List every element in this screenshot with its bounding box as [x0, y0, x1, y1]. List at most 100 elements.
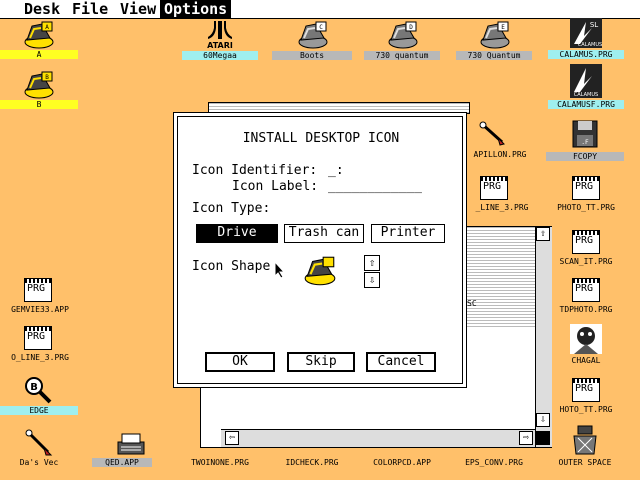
program-icon: PRG	[572, 176, 600, 200]
icon-label: SCAN_IT.PRG	[559, 257, 613, 266]
drive-icon: D	[388, 21, 418, 49]
desktop-icon-papillon[interactable]: APILLON.PRG	[462, 120, 538, 164]
desktop-icon-hoto-tt[interactable]: PRG HOTO_TT.PRG	[548, 378, 624, 416]
calamus-icon: CALAMUS	[570, 64, 602, 98]
outer-space-icon	[573, 425, 597, 455]
program-icon: PRG	[572, 230, 600, 254]
svg-text:CALAMUS: CALAMUS	[574, 92, 598, 98]
cancel-button[interactable]: Cancel	[366, 352, 436, 372]
icon-label: CALAMUSF.PRG	[548, 100, 624, 109]
icon-label: APILLON.PRG	[473, 150, 527, 159]
icon-label: COLORPCD.APP	[373, 458, 431, 467]
calamus-icon: SL CALAMUS	[570, 18, 602, 48]
ok-button[interactable]: OK	[205, 352, 275, 372]
atari-logo-icon: ATARI	[207, 21, 233, 50]
desktop-icon-outer-space[interactable]: OUTER SPACE	[546, 424, 624, 468]
type-printer-button[interactable]: Printer	[371, 224, 445, 243]
desktop-icon-line3[interactable]: PRG _LINE_3.PRG	[464, 176, 540, 214]
dialog-inner-frame	[177, 116, 463, 384]
desktop-icon-twoinone[interactable]: TWOINONE.PRG	[182, 430, 258, 468]
menu-view[interactable]: View	[116, 0, 160, 18]
icon-label: B	[0, 100, 78, 109]
program-icon: PRG	[24, 278, 52, 302]
mouse-pointer-icon	[274, 261, 286, 279]
drive-icon: E	[480, 21, 510, 49]
desktop-icon-scan-it[interactable]: PRG SCAN_IT.PRG	[548, 230, 624, 268]
desktop-icon-colorpcd[interactable]: COLORPCD.APP	[364, 430, 440, 468]
program-icon: PRG	[572, 378, 600, 402]
icon-identifier-label: Icon Identifier:	[192, 163, 318, 178]
desktop-icon-gemvie33[interactable]: PRG GEMVIE33.APP	[0, 278, 80, 316]
svg-text:B: B	[45, 74, 49, 81]
menu-desk[interactable]: Desk	[20, 0, 64, 18]
svg-text:ATARI: ATARI	[207, 41, 233, 50]
icon-label: Boots	[272, 51, 352, 60]
icon-label: OUTER SPACE	[558, 458, 612, 467]
pen-icon	[479, 121, 505, 146]
desktop-icon-60megaa[interactable]: ATARI 60Megaa	[182, 20, 258, 60]
menu-options[interactable]: Options	[160, 0, 232, 18]
desktop-icon-730-quantum[interactable]: D 730 quantum	[364, 20, 440, 60]
svg-text:SL: SL	[590, 21, 598, 29]
menu-file[interactable]: File	[68, 0, 112, 18]
program-icon: PRG	[572, 278, 600, 302]
icon-label: O_LINE_3.PRG	[11, 353, 69, 362]
icon-shape-label: Icon Shape	[192, 259, 271, 274]
icon-label: 60Megaa	[182, 51, 258, 60]
desktop-icon-boots[interactable]: C Boots	[272, 20, 352, 60]
icon-label: EPS_CONV.PRG	[465, 458, 523, 467]
drive-icon: B	[24, 71, 54, 99]
icon-label: HOTO_TT.PRG	[559, 405, 613, 414]
desktop-icon-qed[interactable]: QED.APP	[92, 432, 168, 468]
icon-label: PHOTO_TT.PRG	[557, 203, 615, 212]
icon-label: 730 Quantum	[456, 51, 532, 60]
typewriter-icon	[117, 433, 145, 455]
desktop-icon-calamusf[interactable]: CALAMUS CALAMUSF.PRG	[548, 64, 624, 110]
desktop-icon-fcopy[interactable]: .F FCOPY	[546, 120, 624, 162]
icon-identifier-field[interactable]: _:	[328, 163, 344, 178]
icon-label-label: Icon Label:	[232, 179, 319, 194]
desktop-icon-eps-conv[interactable]: EPS_CONV.PRG	[456, 430, 532, 468]
install-desktop-icon-dialog: INSTALL DESKTOP ICON Icon Identifier: _:…	[173, 112, 467, 388]
menu-bar: Desk File View Options	[0, 0, 640, 19]
desktop-icon-drive-b[interactable]: B B	[0, 70, 78, 110]
desktop-icon-730-quantum-e[interactable]: E 730 Quantum	[456, 20, 532, 60]
icon-label: QED.APP	[92, 458, 152, 467]
chagal-icon	[570, 324, 602, 354]
icon-label: TWOINONE.PRG	[191, 458, 249, 467]
desktop-icon-idcheck[interactable]: IDCHECK.PRG	[274, 430, 350, 468]
icon-label: 730 quantum	[364, 51, 440, 60]
drive-icon: C	[298, 21, 328, 49]
icon-label: CALAMUS.PRG	[548, 50, 624, 59]
svg-text:CALAMUS: CALAMUS	[578, 42, 602, 48]
desktop-icon-o-line3[interactable]: PRG O_LINE_3.PRG	[0, 326, 80, 364]
icon-label: TDPHOTO.PRG	[559, 305, 613, 314]
desktop-icon-das-vec[interactable]: Da's Vec	[0, 428, 78, 468]
desktop-icon-edge[interactable]: B EDGE	[0, 376, 78, 416]
svg-text:B: B	[30, 382, 38, 393]
svg-text:A: A	[45, 24, 49, 31]
icon-type-label: Icon Type:	[192, 201, 271, 216]
icon-label: Da's Vec	[19, 458, 59, 467]
edge-icon: B	[25, 377, 52, 404]
desktop-icon-drive-a[interactable]: A A	[0, 20, 78, 60]
icon-label: CHAGAL	[571, 356, 601, 365]
type-trash-can-button[interactable]: Trash can	[284, 224, 364, 243]
icon-label: A	[0, 50, 78, 59]
floppy-icon: .F	[572, 120, 598, 148]
icon-label-field[interactable]: ____________	[328, 179, 422, 194]
icon-shape-preview-drive-icon	[304, 256, 336, 286]
icon-label: IDCHECK.PRG	[285, 458, 339, 467]
desktop-icon-tdphoto[interactable]: PRG TDPHOTO.PRG	[548, 278, 624, 316]
window-partial-text: SC	[467, 299, 477, 308]
icon-label: GEMVIE33.APP	[11, 305, 69, 314]
type-drive-button[interactable]: Drive	[196, 224, 278, 243]
shape-down-arrow-icon[interactable]: ⇩	[364, 272, 380, 288]
desktop-icon-photo-tt[interactable]: PRG PHOTO_TT.PRG	[548, 176, 624, 214]
desktop-icon-calamus[interactable]: SL CALAMUS CALAMUS.PRG	[548, 18, 624, 62]
shape-up-arrow-icon[interactable]: ⇧	[364, 255, 380, 271]
skip-button[interactable]: Skip	[287, 352, 355, 372]
desktop-icon-chagal[interactable]: CHAGAL	[548, 324, 624, 366]
icon-label: EDGE	[0, 406, 78, 415]
svg-text:E: E	[501, 24, 505, 31]
